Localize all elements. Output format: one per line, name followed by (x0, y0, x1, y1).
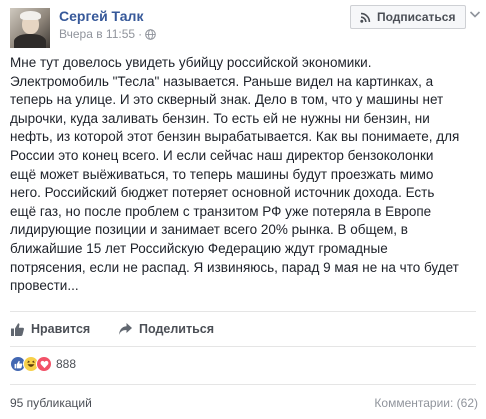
comments-link[interactable]: Комментарии: (62) (374, 396, 478, 410)
like-button[interactable]: Нравится (10, 320, 90, 338)
publications-count[interactable]: 95 публикаций (10, 396, 92, 410)
thumbs-up-icon (11, 322, 24, 336)
meta-separator: · (138, 27, 143, 41)
avatar-hair (20, 11, 41, 20)
globe-icon (145, 28, 156, 40)
facebook-post: Сергей Талк Вчера в 11:55 · Подписаться … (0, 0, 486, 419)
divider-bottom (10, 384, 476, 385)
avatar[interactable] (10, 8, 50, 48)
share-button[interactable]: Поделиться (118, 320, 214, 338)
post-text: Мне тут довелось увидеть убийцу российск… (10, 55, 460, 294)
timestamp[interactable]: Вчера в 11:55 (59, 27, 135, 41)
chevron-down-icon[interactable] (469, 6, 481, 18)
subscribe-label: Подписаться (377, 10, 456, 24)
divider-middle (10, 346, 476, 347)
rss-icon (360, 12, 371, 23)
share-icon (119, 323, 132, 335)
like-label: Нравится (31, 322, 91, 336)
subscribe-button[interactable]: Подписаться (350, 5, 466, 29)
share-label: Поделиться (139, 322, 215, 336)
author-name[interactable]: Сергей Талк (59, 8, 143, 24)
love-reaction-icon (36, 356, 52, 372)
divider-top (10, 311, 476, 312)
reaction-count: 888 (56, 357, 77, 371)
avatar-suit (14, 34, 46, 48)
post-meta: Вчера в 11:55 · (59, 27, 156, 41)
reactions-summary[interactable]: 888 (10, 356, 76, 372)
